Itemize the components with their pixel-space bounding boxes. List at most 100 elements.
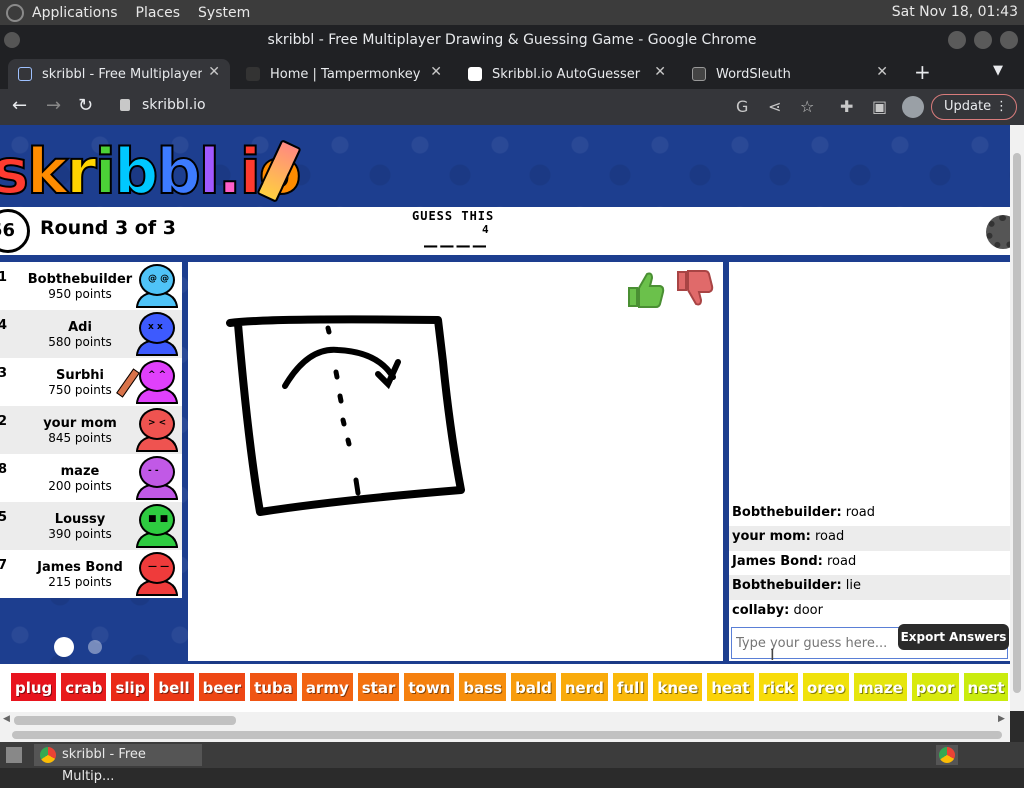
menu-applications[interactable]: Applications (32, 5, 118, 21)
scrollbar-thumb[interactable] (1013, 153, 1021, 693)
profile-icon[interactable] (902, 96, 924, 118)
player-points: 200 points (48, 478, 112, 493)
maximize-button[interactable] (974, 31, 992, 49)
player-points: 390 points (48, 526, 112, 541)
player-row[interactable]: 1 Bobthebuilder 950 points @ @ (0, 262, 182, 310)
player-avatar: ■ ■ (136, 504, 178, 548)
word-chip[interactable]: slip (110, 672, 151, 702)
game-info-bar: 56 Round 3 of 3 GUESS THIS ____ 4 (0, 207, 1010, 255)
player-info: James Bond 215 points (24, 560, 136, 589)
tab-close-icon[interactable]: ✕ (430, 64, 442, 80)
menu-system[interactable]: System (198, 5, 250, 21)
tab-search-chevron-icon[interactable]: ▼ (993, 63, 1003, 78)
menu-places[interactable]: Places (136, 5, 181, 21)
word-chip[interactable]: town (403, 672, 456, 702)
back-icon[interactable]: ← (12, 95, 27, 116)
forward-icon[interactable]: → (46, 95, 61, 116)
thumbs-down-icon[interactable] (674, 268, 714, 310)
chat-text: road (826, 553, 857, 569)
word-chip[interactable]: crab (60, 672, 108, 702)
sidepanel-icon[interactable]: ▣ (872, 97, 887, 116)
lock-icon[interactable] (120, 99, 130, 111)
tampermonkey-favicon-icon (246, 67, 260, 81)
player-info: Loussy 390 points (24, 512, 136, 541)
page-vertical-scrollbar[interactable] (1010, 125, 1024, 711)
word-chip[interactable]: tuba (249, 672, 298, 702)
word-chip[interactable]: knee (652, 672, 704, 702)
word-chip[interactable]: heat (706, 672, 755, 702)
player-row[interactable]: 4 Adi 580 points x x (0, 310, 182, 358)
word-chip[interactable]: star (356, 672, 401, 702)
tab-skribbl[interactable]: skribbl - Free Multiplayer Dr ✕ (8, 59, 230, 89)
word-chip[interactable]: bald (510, 672, 557, 702)
scrollbar-thumb[interactable] (14, 716, 236, 725)
word-list-bar: plug crab slip bell beer tuba army star town bass… (0, 664, 1010, 712)
word-chip[interactable]: bell (153, 672, 195, 702)
reload-icon[interactable]: ↻ (78, 95, 93, 116)
chat-author: your mom: (732, 529, 811, 544)
taskbar-chrome-window[interactable]: skribbl - Free Multip... (34, 744, 202, 784)
chat-panel: Bobthebuilder: road your mom: road James… (729, 262, 1010, 661)
word-chip[interactable]: beer (197, 672, 247, 702)
scrollbar-thumb[interactable] (12, 731, 1002, 739)
word-chip[interactable]: maze (853, 672, 908, 702)
player-name: Loussy (54, 511, 106, 527)
player-row[interactable]: 7 James Bond 215 points — — (0, 550, 182, 598)
player-row[interactable]: 3 Surbhi 750 points ^ ^ (0, 358, 182, 406)
extensions-icon[interactable]: ✚ (840, 97, 853, 116)
player-row[interactable]: 2 your mom 845 points > < (0, 406, 182, 454)
browser-toolbar: ← → ↻ skribbl.io G ⋖ ☆ ✚ ▣ Update ⋮ (0, 89, 1024, 125)
os-top-panel: Applications Places System Sat Nov 18, 0… (0, 0, 1024, 25)
guess-input[interactable] (732, 628, 892, 658)
tray-chrome[interactable] (936, 745, 958, 765)
word-chip[interactable]: bass (458, 672, 508, 702)
update-button[interactable]: Update ⋮ (931, 94, 1017, 120)
tab-strip: skribbl - Free Multiplayer Dr ✕ Home | T… (0, 55, 1024, 89)
settings-gear-icon[interactable] (986, 215, 1010, 249)
word-chip[interactable]: rick (757, 672, 799, 702)
drawing-canvas[interactable] (188, 262, 723, 661)
page-horizontal-scrollbar[interactable] (0, 728, 1010, 742)
export-answers-button[interactable]: Export Answers (898, 624, 1009, 650)
player-name: Adi (68, 319, 92, 335)
thumbs-up-icon[interactable] (625, 268, 665, 310)
tab-wordsleuth[interactable]: WordSleuth ✕ (682, 59, 898, 89)
update-label: Update (944, 99, 992, 114)
minimize-button[interactable] (948, 31, 966, 49)
word-chip[interactable]: poor (910, 672, 960, 702)
scroll-right-icon[interactable]: ▶ (998, 714, 1005, 724)
taskbar-window-label: skribbl - Free Multip... (62, 747, 146, 784)
new-tab-button[interactable]: + (914, 60, 931, 84)
kebab-menu-icon[interactable]: ⋮ (995, 95, 1008, 119)
window-menu-icon[interactable] (4, 32, 20, 48)
clock[interactable]: Sat Nov 18, 01:43 (892, 4, 1018, 20)
show-desktop-icon[interactable] (6, 747, 22, 763)
page-dot-active[interactable] (54, 637, 74, 657)
word-chip[interactable]: plug (10, 672, 58, 702)
player-row[interactable]: 5 Loussy 390 points ■ ■ (0, 502, 182, 550)
google-icon[interactable]: G (736, 97, 748, 116)
player-row[interactable]: 8 maze 200 points - - (0, 454, 182, 502)
page-dot[interactable] (88, 640, 102, 654)
tab-close-icon[interactable]: ✕ (654, 64, 666, 80)
tab-tampermonkey[interactable]: Home | Tampermonkey ✕ (236, 59, 452, 89)
tab-close-icon[interactable]: ✕ (876, 64, 888, 80)
word-chip[interactable]: oreo (801, 672, 851, 702)
tab-autoguesser[interactable]: Skribbl.io AutoGuesser ✕ (458, 59, 676, 89)
word-chip[interactable]: nest (962, 672, 1010, 702)
word-chip[interactable]: army (300, 672, 354, 702)
star-icon[interactable]: ☆ (800, 97, 814, 116)
share-icon[interactable]: ⋖ (768, 97, 781, 116)
scroll-left-icon[interactable]: ◀ (3, 714, 10, 724)
close-window-button[interactable] (1000, 31, 1018, 49)
word-list-scrollbar[interactable]: ◀ ▶ (0, 712, 1010, 728)
tab-close-icon[interactable]: ✕ (208, 64, 220, 80)
word-chip[interactable]: nerd (559, 672, 609, 702)
window-title: skribbl - Free Multiplayer Drawing & Gue… (267, 32, 757, 48)
distro-logo-icon[interactable] (6, 3, 24, 22)
word-chip[interactable]: full (611, 672, 650, 702)
chat-text: road (814, 529, 845, 544)
player-points: 950 points (48, 286, 112, 301)
skribbl-favicon-icon (18, 67, 32, 81)
address-bar[interactable]: skribbl.io (142, 97, 206, 113)
